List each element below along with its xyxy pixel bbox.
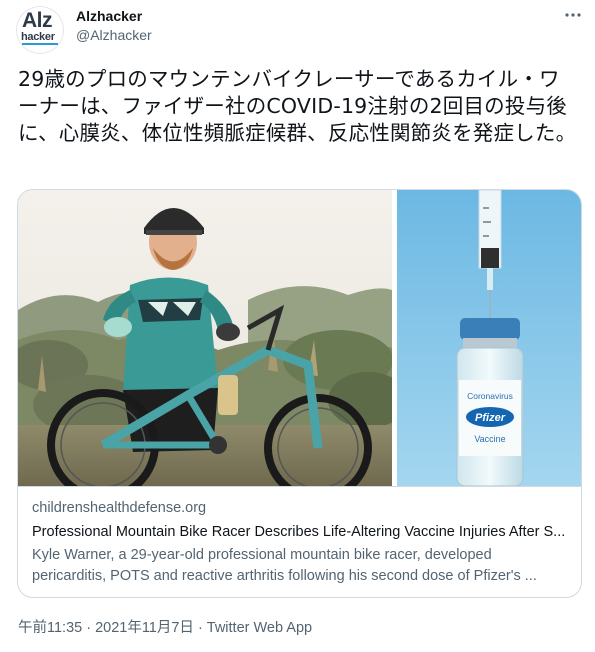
display-name[interactable]: Alzhacker (76, 8, 142, 24)
vial-label-top: Coronavirus (467, 391, 513, 401)
card-domain: childrenshealthdefense.org (32, 500, 207, 516)
tweet-meta: 午前11:35 · 2021年11月7日 · Twitter Web App (18, 616, 312, 637)
card-media[interactable]: Coronavirus Pfizer Vaccine (18, 190, 581, 486)
avatar[interactable]: Alz hacker (16, 6, 64, 54)
tweet-time[interactable]: 午前11:35 (18, 620, 82, 636)
avatar-logo-bottom: hacker (21, 31, 55, 43)
avatar-logo-bar (22, 43, 58, 45)
card-title[interactable]: Professional Mountain Bike Racer Describ… (32, 521, 567, 544)
tweet-text: 29歳のプロのマウンテンバイクレーサーであるカイル・ワーナーは、ファイザー社のC… (18, 67, 577, 145)
link-preview-card[interactable]: Coronavirus Pfizer Vaccine childrensheal… (17, 189, 582, 598)
vial-label-bottom: Vaccine (474, 434, 505, 444)
meta-separator-1: · (86, 620, 92, 636)
mountain-biker-photo (18, 190, 392, 486)
tweet-source[interactable]: Twitter Web App (207, 620, 312, 636)
meta-separator-2: · (197, 620, 203, 636)
tweet-date[interactable]: 2021年11月7日 (95, 620, 194, 636)
vial-label-brand: Pfizer (475, 412, 506, 424)
card-description: Kyle Warner, a 29-year-old professional … (32, 547, 537, 584)
avatar-logo-top: Alz (22, 9, 53, 32)
vaccine-vial-photo: Coronavirus Pfizer Vaccine (397, 190, 581, 486)
account-handle[interactable]: @Alzhacker (76, 27, 152, 43)
more-options-button[interactable] (560, 6, 586, 26)
more-horizontal-icon (565, 13, 581, 17)
card-info[interactable]: childrenshealthdefense.org Professional … (18, 486, 581, 597)
